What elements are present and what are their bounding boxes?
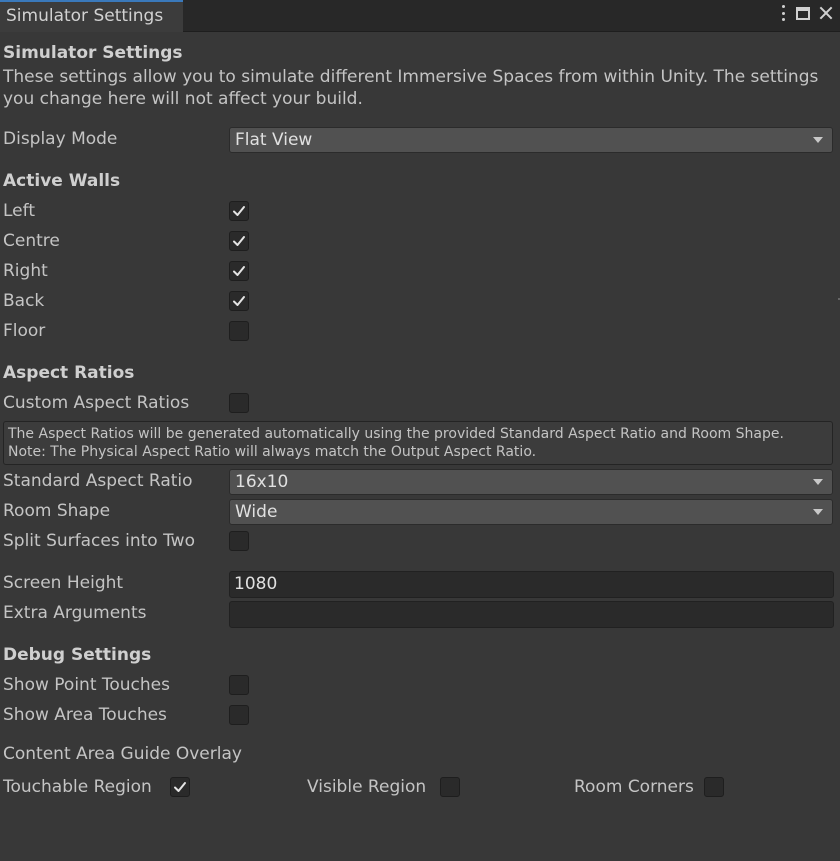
display-mode-label: Display Mode — [3, 129, 118, 149]
maximize-icon[interactable] — [796, 6, 810, 20]
wall-centre-checkbox[interactable] — [229, 231, 249, 251]
wall-left-label: Left — [3, 201, 35, 221]
chevron-down-icon — [813, 509, 823, 515]
checkmark-icon — [174, 782, 186, 792]
checkmark-icon — [233, 236, 245, 246]
room-shape-dropdown[interactable]: Wide — [229, 499, 833, 525]
wall-back-checkbox[interactable] — [229, 291, 249, 311]
display-mode-dropdown[interactable]: Flat View — [229, 127, 833, 153]
standard-aspect-ratio-dropdown[interactable]: 16x10 — [229, 469, 833, 495]
wall-centre-label: Centre — [3, 231, 60, 251]
room-shape-value: Wide — [235, 502, 278, 522]
wall-right-label: Right — [3, 261, 48, 281]
section-title-simulator-settings: Simulator Settings — [3, 43, 183, 63]
standard-aspect-ratio-label: Standard Aspect Ratio — [3, 471, 193, 491]
custom-aspect-ratios-label: Custom Aspect Ratios — [3, 393, 190, 413]
wall-floor-label: Floor — [3, 321, 46, 341]
split-surfaces-checkbox[interactable] — [229, 531, 249, 551]
wall-back-label: Back — [3, 291, 45, 311]
visible-region-label: Visible Region — [307, 777, 427, 797]
section-title-debug-settings: Debug Settings — [3, 645, 152, 665]
aspect-help-box: The Aspect Ratios will be generated auto… — [3, 421, 833, 465]
room-shape-label: Room Shape — [3, 501, 111, 521]
show-point-touches-checkbox[interactable] — [229, 675, 249, 695]
split-surfaces-label: Split Surfaces into Two — [3, 531, 195, 551]
touchable-region-label: Touchable Region — [3, 777, 152, 797]
extra-arguments-input[interactable] — [229, 601, 834, 628]
more-options-icon[interactable] — [778, 4, 788, 22]
wall-right-checkbox[interactable] — [229, 261, 249, 281]
close-icon[interactable] — [818, 5, 834, 21]
room-corners-checkbox[interactable] — [704, 777, 724, 797]
checkmark-icon — [233, 296, 245, 306]
tab-simulator-settings[interactable]: Simulator Settings — [0, 0, 183, 32]
show-area-touches-label: Show Area Touches — [3, 705, 167, 725]
show-area-touches-checkbox[interactable] — [229, 705, 249, 725]
section-title-aspect-ratios: Aspect Ratios — [3, 363, 135, 383]
content-area-guide-overlay-label: Content Area Guide Overlay — [3, 744, 242, 764]
screen-height-input[interactable]: 1080 — [229, 571, 834, 598]
custom-aspect-ratios-checkbox[interactable] — [229, 393, 249, 413]
settings-description: These settings allow you to simulate dif… — [3, 67, 819, 109]
chevron-down-icon — [813, 137, 823, 143]
touchable-region-checkbox[interactable] — [170, 777, 190, 797]
standard-aspect-ratio-value: 16x10 — [235, 472, 289, 492]
aspect-help-line-2: Note: The Physical Aspect Ratio will alw… — [8, 444, 537, 460]
window-controls — [778, 4, 834, 22]
room-corners-label: Room Corners — [574, 777, 694, 797]
chevron-down-icon — [813, 479, 823, 485]
show-point-touches-label: Show Point Touches — [3, 675, 170, 695]
display-mode-value: Flat View — [235, 130, 313, 150]
extra-arguments-label: Extra Arguments — [3, 603, 147, 623]
wall-left-checkbox[interactable] — [229, 201, 249, 221]
visible-region-checkbox[interactable] — [440, 777, 460, 797]
checkmark-icon — [233, 266, 245, 276]
checkmark-icon — [233, 206, 245, 216]
wall-floor-checkbox[interactable] — [229, 321, 249, 341]
tab-bar: Simulator Settings — [0, 0, 840, 32]
aspect-help-line-1: The Aspect Ratios will be generated auto… — [8, 426, 784, 442]
screen-height-label: Screen Height — [3, 573, 124, 593]
section-title-active-walls: Active Walls — [3, 171, 121, 191]
